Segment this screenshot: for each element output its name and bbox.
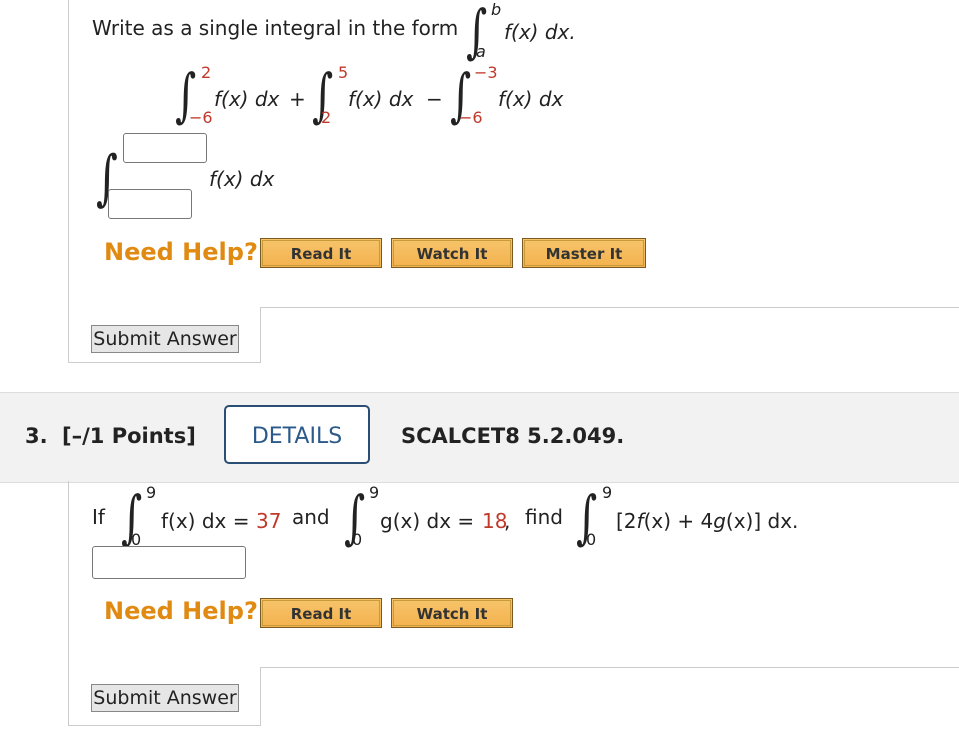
- i3-f: f: [636, 509, 644, 533]
- answer-integrand: f(x) dx: [209, 167, 275, 191]
- i3-integrand: [2f(x) + 4g(x)] dx.: [616, 509, 798, 533]
- watch-it-button[interactable]: Watch It: [391, 238, 513, 268]
- plus-operator: +: [289, 87, 306, 111]
- points-label: [–/1 Points]: [62, 424, 196, 448]
- i2-comma: ,: [504, 509, 511, 533]
- i3-lower-limit: 0: [586, 530, 597, 549]
- term2-integrand: f(x) dx: [348, 87, 414, 111]
- term3-integrand: f(x) dx: [498, 87, 564, 111]
- details-button[interactable]: DETAILS: [224, 405, 370, 464]
- upper-limit-input[interactable]: [123, 133, 207, 163]
- minus-operator: −: [426, 87, 443, 111]
- panel-left-border: [68, 481, 69, 725]
- form-upper-limit: b: [491, 0, 502, 19]
- panel-bottom-border: [68, 725, 260, 726]
- form-lower-limit: a: [476, 42, 486, 61]
- read-it-button[interactable]: Read It: [260, 238, 382, 268]
- i3-upper-limit: 9: [602, 483, 613, 502]
- and-label: and: [292, 505, 330, 529]
- answer-input[interactable]: [92, 546, 246, 579]
- read-it-button[interactable]: Read It: [260, 598, 382, 628]
- need-help-label: Need Help?: [104, 597, 258, 625]
- master-it-button[interactable]: Master It: [522, 238, 646, 268]
- question-2-panel: [68, 0, 959, 368]
- i1-integrand: f(x) dx =: [161, 509, 250, 533]
- term1-integrand: f(x) dx: [214, 87, 280, 111]
- panel-left-border: [68, 0, 69, 362]
- i2-integrand: g(x) dx =: [380, 509, 475, 533]
- need-help-label: Need Help?: [104, 238, 258, 266]
- lower-limit-input[interactable]: [108, 189, 192, 219]
- question-number: 3.: [25, 424, 48, 448]
- question-prompt: Write as a single integral in the form: [92, 16, 459, 40]
- i3-part-a: [2: [616, 509, 637, 533]
- submit-answer-button[interactable]: Submit Answer: [91, 684, 239, 712]
- term1-lower-limit: −6: [189, 108, 213, 127]
- form-integrand: f(x) dx.: [504, 20, 576, 44]
- i2-upper-limit: 9: [369, 483, 380, 502]
- watch-it-button[interactable]: Watch It: [391, 598, 513, 628]
- term2-upper-limit: 5: [338, 63, 349, 82]
- i3-g: g: [713, 509, 726, 533]
- panel-divider: [260, 667, 959, 668]
- panel-divider: [260, 307, 959, 308]
- term3-upper-limit: −3: [474, 63, 498, 82]
- source-code: SCALCET8 5.2.049.: [401, 424, 625, 448]
- i1-upper-limit: 9: [146, 483, 157, 502]
- if-label: If: [92, 505, 105, 529]
- panel-bottom-border: [68, 362, 260, 363]
- submit-answer-button[interactable]: Submit Answer: [91, 325, 239, 353]
- term2-lower-limit: 2: [321, 108, 332, 127]
- i3-part-b: (x) + 4: [643, 509, 714, 533]
- find-label: find: [525, 505, 563, 529]
- i2-lower-limit: 0: [352, 530, 363, 549]
- i1-value: 37: [256, 509, 282, 533]
- panel-divider-vert: [260, 667, 261, 726]
- i3-part-c: (x)] dx.: [725, 509, 799, 533]
- term3-lower-limit: −6: [459, 108, 483, 127]
- term1-upper-limit: 2: [201, 63, 212, 82]
- panel-divider-vert: [260, 307, 261, 363]
